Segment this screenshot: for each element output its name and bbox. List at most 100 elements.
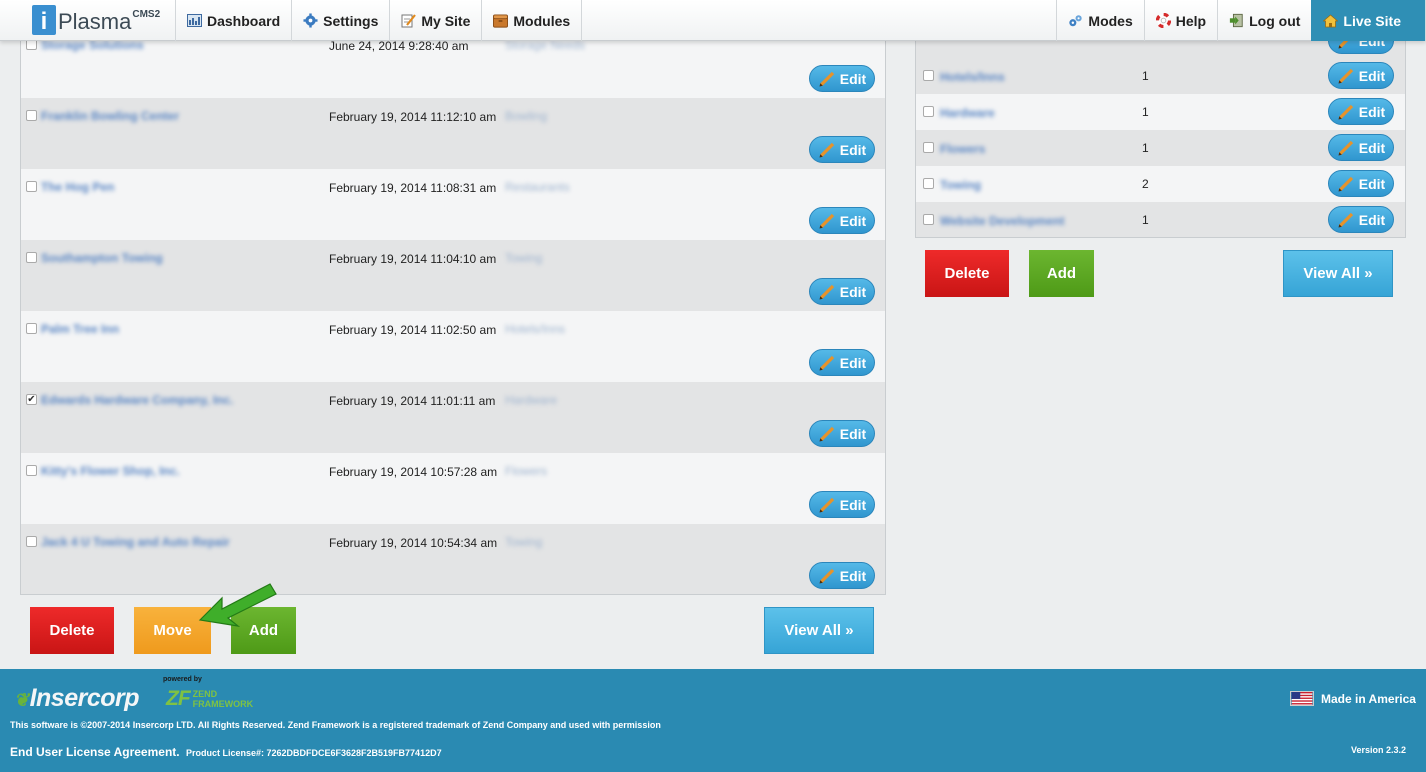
row-checkbox-checked[interactable]: ✔ <box>26 394 37 405</box>
nav-modules[interactable]: Modules <box>481 0 583 41</box>
listing-category[interactable]: Bowling <box>505 109 547 123</box>
product-license: Product License#: 7262DBDFDCE6F3628F2B51… <box>185 748 442 758</box>
category-add-button[interactable]: Add <box>1029 250 1094 297</box>
edit-button[interactable]: Edit <box>1328 134 1394 161</box>
edit-button[interactable]: Edit <box>809 491 875 518</box>
category-name[interactable]: Hotels/Inns <box>940 70 1005 84</box>
edit-button[interactable]: Edit <box>809 420 875 447</box>
category-delete-button[interactable]: Delete <box>925 250 1009 297</box>
listing-date: February 19, 2014 11:12:10 am <box>329 110 497 124</box>
listing-category[interactable]: Hotels/Inns <box>505 322 565 336</box>
listing-date: June 24, 2014 9:28:40 am <box>329 41 469 53</box>
listing-category[interactable]: Towing <box>505 251 542 265</box>
listing-name[interactable]: Kitty's Flower Shop, Inc. <box>41 464 180 478</box>
category-name[interactable]: Towing <box>940 178 981 192</box>
listing-date: February 19, 2014 10:54:34 am <box>329 536 498 550</box>
row-checkbox[interactable] <box>923 70 934 81</box>
edit-button[interactable]: Edit <box>1328 170 1394 197</box>
us-flag-icon <box>1290 691 1314 706</box>
edit-label: Edit <box>839 567 867 584</box>
row-checkbox[interactable] <box>26 41 37 50</box>
listing-category[interactable]: Towing <box>505 535 542 549</box>
plasma-cms-logo[interactable]: i Plasma CMS2 <box>32 5 160 35</box>
pencil-icon <box>819 355 834 370</box>
listing-name[interactable]: The Hog Pen <box>41 180 114 194</box>
listing-date: February 19, 2014 11:01:11 am <box>329 394 496 408</box>
edit-button[interactable]: Edit <box>809 65 875 92</box>
nav-log-out-label: Log out <box>1249 12 1301 29</box>
row-checkbox[interactable] <box>923 106 934 117</box>
listing-category[interactable]: Hardware <box>505 393 557 407</box>
zend-framework-logo[interactable]: ZF ZEND FRAMEWORK <box>166 687 253 711</box>
nav-settings-label: Settings <box>323 12 379 29</box>
lifebuoy-icon <box>1155 13 1171 28</box>
zf-mark: ZF <box>166 687 191 710</box>
listing-category[interactable]: Restaurants <box>505 180 570 194</box>
category-name[interactable]: Hardware <box>940 106 995 120</box>
listing-date: February 19, 2014 11:04:10 am <box>329 252 497 266</box>
row-checkbox[interactable] <box>923 142 934 153</box>
table-row: Edit <box>916 41 1405 59</box>
category-name[interactable]: Flowers <box>940 142 985 156</box>
table-row: Hardware 1 Edit <box>916 94 1405 130</box>
edit-button[interactable]: Edit <box>809 562 875 589</box>
edit-button[interactable]: Edit <box>1328 98 1394 125</box>
listing-name[interactable]: Franklin Bowling Center <box>41 109 179 123</box>
logo-suffix: CMS2 <box>132 9 161 20</box>
view-all-button[interactable]: View All » <box>764 607 874 654</box>
nav-my-site[interactable]: My Site <box>389 0 481 41</box>
listing-name[interactable]: Edwards Hardware Company, Inc. <box>41 393 234 407</box>
nav-settings[interactable]: Settings <box>291 0 389 41</box>
nav-help-label: Help <box>1175 12 1207 29</box>
nav-log-out[interactable]: Log out <box>1217 0 1311 41</box>
row-checkbox[interactable] <box>26 323 37 334</box>
nav-modes[interactable]: Modes <box>1056 0 1143 41</box>
row-checkbox[interactable] <box>26 110 37 121</box>
edit-label: Edit <box>839 496 867 513</box>
category-name[interactable]: Website Development <box>940 214 1064 228</box>
pencil-icon <box>819 284 834 299</box>
edit-button[interactable]: Edit <box>1328 41 1394 54</box>
edit-label: Edit <box>1358 67 1386 84</box>
delete-button[interactable]: Delete <box>30 607 114 654</box>
category-view-all-button[interactable]: View All » <box>1283 250 1393 297</box>
listing-category[interactable]: Storage Needs <box>505 41 585 52</box>
listing-name[interactable]: Palm Tree Inn <box>41 322 119 336</box>
row-checkbox[interactable] <box>26 252 37 263</box>
listing-name[interactable]: Southampton Towing <box>41 251 163 265</box>
row-checkbox[interactable] <box>26 536 37 547</box>
table-row: Hotels/Inns 1 Edit <box>916 58 1405 94</box>
edit-label: Edit <box>839 212 867 229</box>
nav-help[interactable]: Help <box>1143 0 1217 41</box>
eula-link[interactable]: End User License Agreement. <box>10 745 180 759</box>
nav-live-site[interactable]: Live Site <box>1311 0 1426 41</box>
edit-button[interactable]: Edit <box>809 349 875 376</box>
nav-dashboard[interactable]: Dashboard <box>175 0 291 41</box>
pencil-icon <box>819 142 834 157</box>
row-checkbox[interactable] <box>26 465 37 476</box>
edit-label: Edit <box>1358 175 1386 192</box>
nav-left-group: Dashboard Settings My Site Modules <box>175 0 583 41</box>
listing-name[interactable]: Storage Solutions <box>41 41 144 52</box>
edit-button[interactable]: Edit <box>809 278 875 305</box>
listing-category[interactable]: Flowers <box>505 464 547 478</box>
dashboard-icon <box>187 13 202 28</box>
row-checkbox[interactable] <box>923 214 934 225</box>
table-row: ✔ Edwards Hardware Company, Inc. Februar… <box>21 382 885 453</box>
copyright-text: This software is ©2007-2014 Insercorp LT… <box>10 720 661 730</box>
edit-button[interactable]: Edit <box>1328 206 1394 233</box>
row-checkbox[interactable] <box>26 181 37 192</box>
category-count: 1 <box>1142 69 1149 83</box>
row-checkbox[interactable] <box>923 178 934 189</box>
nav-dashboard-label: Dashboard <box>207 12 281 29</box>
listing-name[interactable]: Jack 4 U Towing and Auto Repair <box>41 535 230 549</box>
edit-button[interactable]: Edit <box>1328 62 1394 89</box>
edit-label: Edit <box>1358 139 1386 156</box>
edit-button[interactable]: Edit <box>809 136 875 163</box>
insercorp-logo[interactable]: ❦Insercorp <box>14 684 140 713</box>
pencil-icon <box>819 213 834 228</box>
zf-text-line1: ZEND <box>192 689 218 699</box>
logo-name: Plasma <box>58 9 132 34</box>
edit-button[interactable]: Edit <box>809 207 875 234</box>
box-icon <box>493 13 509 28</box>
